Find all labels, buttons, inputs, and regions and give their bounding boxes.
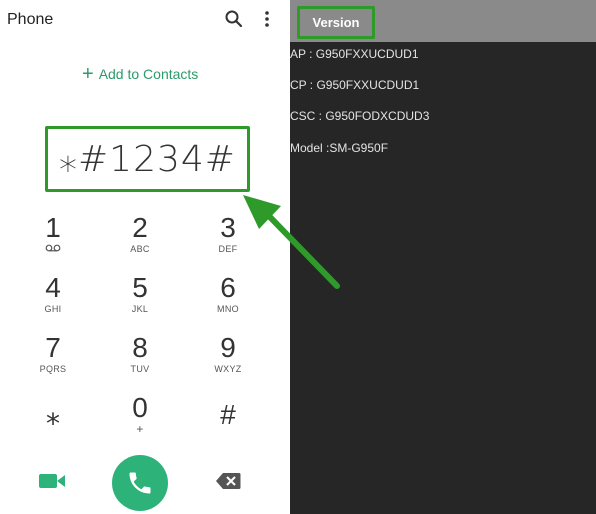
voicemail-icon	[45, 244, 61, 252]
more-vert-icon[interactable]	[259, 9, 275, 29]
video-call-icon[interactable]	[37, 470, 67, 492]
add-to-contacts-button[interactable]: + Add to Contacts	[82, 63, 198, 85]
key-star[interactable]: ⁎	[18, 400, 88, 456]
info-line-csc: CSC : G950FODXCDUD3	[290, 109, 430, 123]
version-info-panel: Version AP : G950FXXUCDUD1 CP : G950FXXU…	[290, 0, 596, 514]
key-digit: 0	[132, 392, 148, 423]
key-letters: JKL	[131, 304, 149, 314]
key-3[interactable]: 3 DEF	[193, 213, 263, 269]
key-digit: 1	[45, 212, 61, 243]
search-icon[interactable]	[224, 9, 244, 29]
version-header-bar: Version	[290, 0, 596, 42]
key-2[interactable]: 2 ABC	[105, 213, 175, 269]
info-line-model: Model :SM-G950F	[290, 141, 389, 155]
version-title-text: Version	[312, 15, 360, 30]
key-7[interactable]: 7 PQRS	[18, 333, 88, 389]
backspace-icon[interactable]	[215, 472, 241, 490]
key-letters: TUV	[130, 364, 150, 374]
key-digit: 3	[220, 212, 236, 243]
key-1[interactable]: 1	[18, 213, 88, 269]
key-hash[interactable]: #	[193, 400, 263, 456]
key-0[interactable]: 0 +	[105, 393, 175, 449]
key-digit: 7	[45, 332, 61, 363]
key-digit: 9	[220, 332, 236, 363]
key-letters: DEF	[218, 244, 238, 254]
key-letters: WXYZ	[214, 364, 242, 374]
key-digit: 6	[220, 272, 236, 303]
key-digit: 4	[45, 272, 61, 303]
key-letters: MNO	[217, 304, 239, 314]
add-to-contacts-label: Add to Contacts	[98, 66, 199, 82]
key-letters: PQRS	[39, 364, 67, 374]
key-letters: GHI	[44, 304, 62, 314]
info-line-cp: CP : G950FXXUCDUD1	[290, 78, 420, 92]
key-digit: #	[220, 399, 236, 430]
key-9[interactable]: 9 WXYZ	[193, 333, 263, 389]
call-button[interactable]	[112, 455, 168, 511]
key-digit: 8	[132, 332, 148, 363]
phone-icon	[129, 472, 151, 494]
key-8[interactable]: 8 TUV	[105, 333, 175, 389]
key-digit: 5	[132, 272, 148, 303]
key-digit: 2	[132, 212, 148, 243]
app-title: Phone	[7, 11, 54, 28]
dialer-screen: Phone + Add to Contacts ⁎#1234# 1 2 ABC …	[0, 0, 290, 514]
version-title: Version	[297, 6, 375, 39]
key-5[interactable]: 5 JKL	[105, 273, 175, 329]
plus-icon: +	[82, 63, 94, 85]
number-highlight-box: ⁎#1234#	[45, 126, 250, 192]
key-6[interactable]: 6 MNO	[193, 273, 263, 329]
key-digit: ⁎	[46, 399, 60, 430]
key-letters: ABC	[130, 244, 150, 254]
dialed-number[interactable]: ⁎#1234#	[48, 129, 247, 189]
key-letters: +	[136, 422, 144, 436]
key-4[interactable]: 4 GHI	[18, 273, 88, 329]
info-line-ap: AP : G950FXXUCDUD1	[290, 47, 419, 61]
